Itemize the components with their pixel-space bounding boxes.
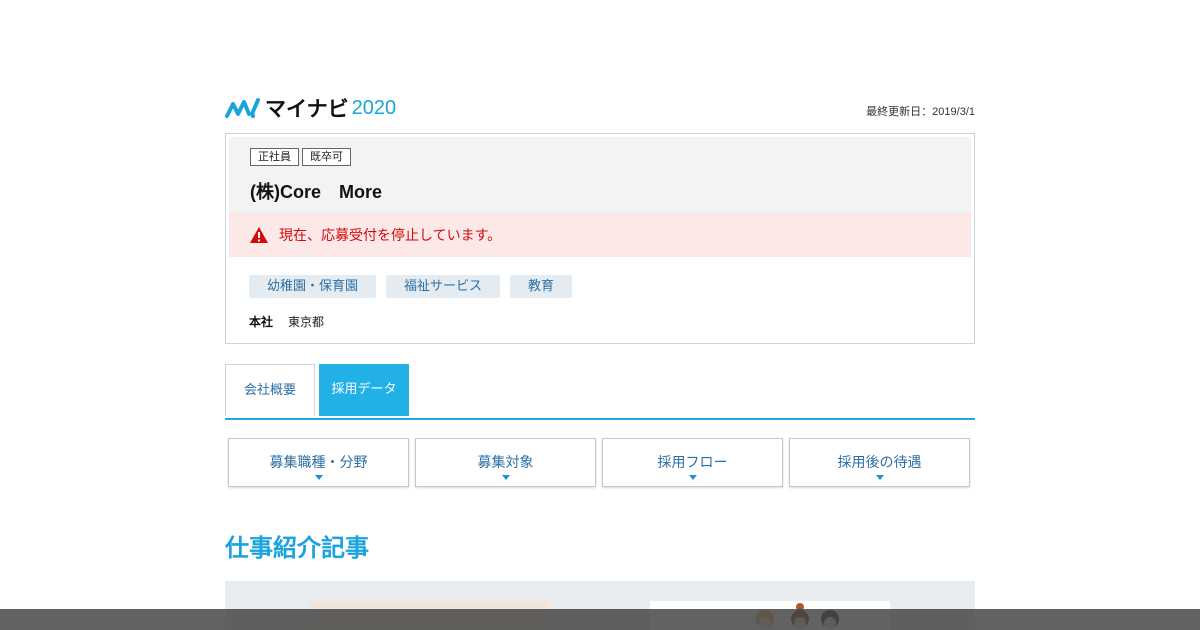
industry-tag[interactable]: 教育 [510, 275, 573, 298]
section-label: 採用フロー [657, 455, 728, 471]
brand-name: マイナビ [265, 97, 349, 121]
industry-tag[interactable]: 幼稚園・保育園 [249, 275, 377, 298]
last-updated: 最終更新日：2019/3/1 [866, 106, 975, 118]
application-closed-alert: 現在、応募受付を停止しています。 [229, 212, 971, 257]
warning-icon [250, 226, 268, 243]
headquarters-location: 本社 東京都 [249, 313, 324, 330]
caret-down-icon [688, 475, 697, 480]
industry-tag[interactable]: 福祉サービス [386, 275, 501, 298]
caret-down-icon [875, 475, 884, 480]
caret-down-icon [314, 475, 323, 480]
location-value: 東京都 [288, 315, 325, 329]
tag-employment-type: 正社員 [250, 148, 299, 166]
tag-graduate: 既卒可 [302, 148, 351, 166]
employment-tags: 正社員 既卒可 [250, 148, 351, 166]
location-label: 本社 [249, 315, 274, 329]
bottom-overlay-bar [0, 609, 1200, 630]
caret-down-icon [501, 475, 510, 480]
industry-tags: 幼稚園・保育園 福祉サービス 教育 [249, 275, 573, 298]
recruitment-sections: 募集職種・分野 募集対象 採用フロー 採用後の待遇 [228, 438, 970, 487]
company-card-header: 正社員 既卒可 (株)Core More 現在、応募受付を停止しています。 [229, 137, 971, 257]
mynavi-mark-icon [225, 98, 260, 119]
section-label: 募集対象 [477, 455, 534, 471]
section-hiring-flow-button[interactable]: 採用フロー [602, 438, 783, 487]
job-articles-heading: 仕事紹介記事 [225, 534, 369, 562]
company-name: (株)Core More [250, 182, 383, 202]
section-positions-button[interactable]: 募集職種・分野 [228, 438, 409, 487]
page-tabs: 会社概要 採用データ [225, 364, 975, 420]
section-eligibility-button[interactable]: 募集対象 [415, 438, 596, 487]
tab-recruitment-data[interactable]: 採用データ [319, 364, 409, 416]
section-label: 募集職種・分野 [269, 455, 368, 471]
section-benefits-button[interactable]: 採用後の待遇 [789, 438, 970, 487]
brand-year: 2020 [351, 96, 397, 119]
job-page: マイナビ 2020 最終更新日：2019/3/1 正社員 既卒可 (株)Core… [225, 0, 975, 630]
company-card: 正社員 既卒可 (株)Core More 現在、応募受付を停止しています。 幼稚… [225, 133, 975, 344]
section-label: 採用後の待遇 [837, 455, 922, 471]
tab-company-overview[interactable]: 会社概要 [225, 364, 315, 416]
mynavi-logo[interactable]: マイナビ 2020 [225, 93, 396, 123]
alert-message: 現在、応募受付を停止しています。 [279, 227, 502, 244]
